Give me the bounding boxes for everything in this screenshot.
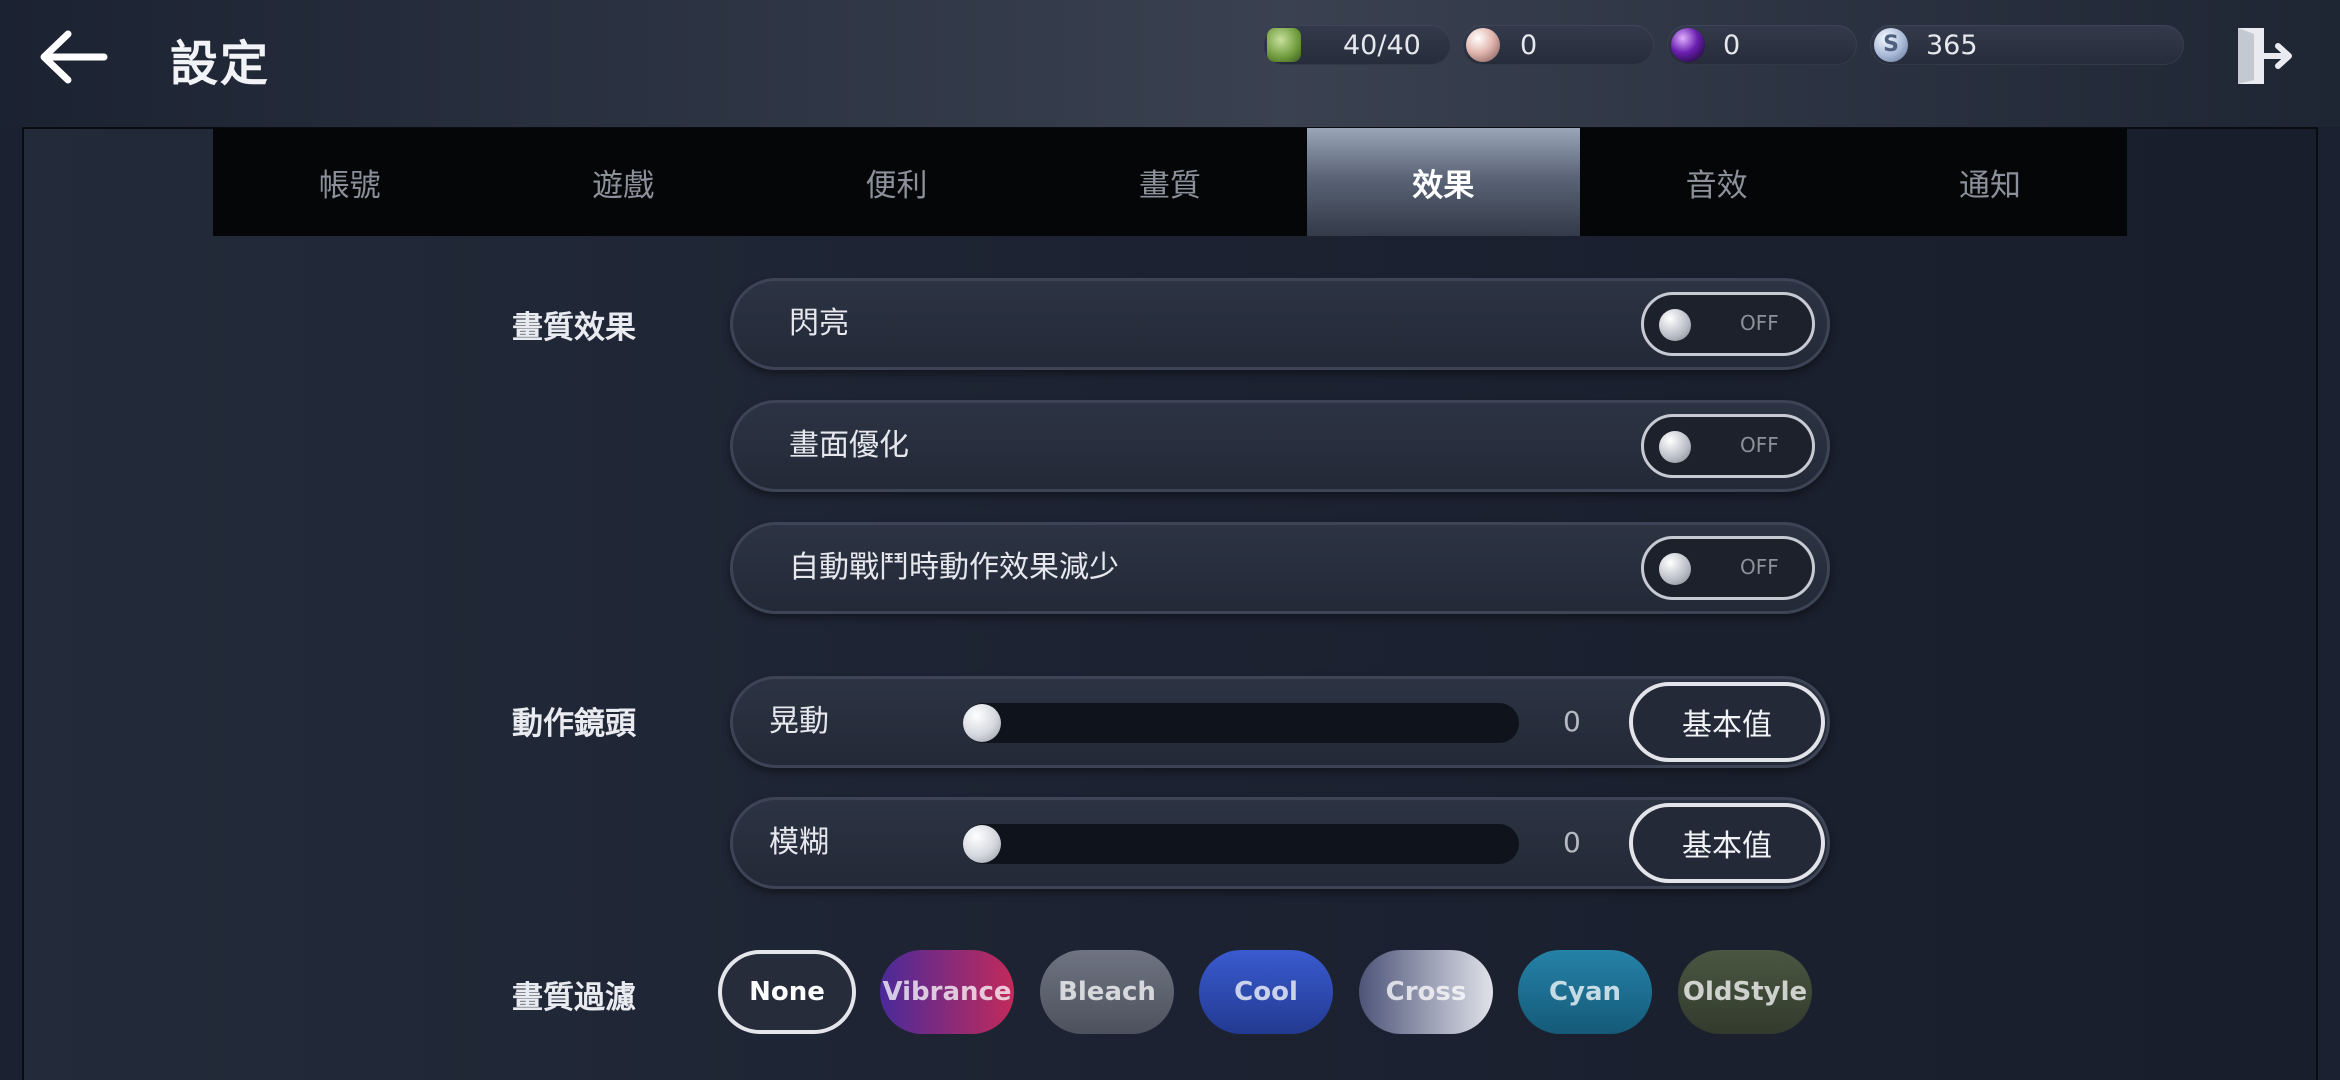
tab-account[interactable]: 帳號 <box>213 128 486 236</box>
tab-sound[interactable]: 音效 <box>1580 128 1853 236</box>
auto-battle-reduce-toggle[interactable]: OFF <box>1641 536 1815 600</box>
purple-orb-icon <box>1671 28 1705 62</box>
camera-section-label: 動作鏡頭 <box>512 706 636 742</box>
visual-effects-section-label: 畫質效果 <box>512 310 636 346</box>
pearl-icon <box>1466 28 1500 62</box>
shake-reset-button[interactable]: 基本值 <box>1629 682 1825 762</box>
coin-value: 365 <box>1926 30 1978 61</box>
toggle-knob <box>1659 431 1691 463</box>
filter-none-button[interactable]: None <box>718 950 856 1034</box>
blur-slider-track[interactable] <box>963 824 1519 864</box>
orb-value: 0 <box>1723 30 1741 61</box>
tab-game[interactable]: 遊戲 <box>486 128 759 236</box>
filter-cyan-button[interactable]: Cyan <box>1518 950 1652 1034</box>
toggle-row-shine: 閃亮 OFF <box>730 278 1830 370</box>
exit-door-icon[interactable] <box>2232 22 2296 90</box>
toggle-row-label: 自動戰鬥時動作效果減少 <box>789 550 1119 585</box>
slider-row-shake: 晃動 0 基本值 <box>730 676 1830 768</box>
shine-toggle[interactable]: OFF <box>1641 292 1815 356</box>
slider-row-label: 模糊 <box>769 825 829 860</box>
slider-row-label: 晃動 <box>769 704 829 739</box>
toggle-state: OFF <box>1740 433 1779 457</box>
filter-section-label: 畫質過濾 <box>512 980 636 1016</box>
stamina-value: 40/40 <box>1343 30 1421 61</box>
coin-counter[interactable]: S 365 <box>1870 25 2184 65</box>
filter-cool-button[interactable]: Cool <box>1199 950 1333 1034</box>
screen-optimize-toggle[interactable]: OFF <box>1641 414 1815 478</box>
toggle-row-auto-battle-reduce: 自動戰鬥時動作效果減少 OFF <box>730 522 1830 614</box>
stamina-icon <box>1267 28 1301 62</box>
shake-slider-handle[interactable] <box>963 704 1001 742</box>
toggle-knob <box>1659 553 1691 585</box>
toggle-row-screen-optimize: 畫面優化 OFF <box>730 400 1830 492</box>
filter-oldstyle-button[interactable]: OldStyle <box>1678 950 1812 1034</box>
toggle-state: OFF <box>1740 555 1779 579</box>
stamina-counter[interactable]: 40/40 <box>1263 25 1451 65</box>
back-arrow-icon[interactable] <box>34 22 114 92</box>
pearl-value: 0 <box>1520 30 1538 61</box>
blur-reset-button[interactable]: 基本值 <box>1629 803 1825 883</box>
blur-value: 0 <box>1563 826 1581 859</box>
filter-cross-button[interactable]: Cross <box>1359 950 1493 1034</box>
toggle-row-label: 畫面優化 <box>789 428 909 463</box>
filter-bleach-button[interactable]: Bleach <box>1040 950 1174 1034</box>
toggle-knob <box>1659 309 1691 341</box>
orb-counter[interactable]: 0 <box>1667 25 1857 65</box>
shake-slider-track[interactable] <box>963 703 1519 743</box>
toggle-row-label: 閃亮 <box>789 306 849 341</box>
silver-coin-icon: S <box>1874 28 1908 62</box>
blur-slider-handle[interactable] <box>963 825 1001 863</box>
tab-bar: 帳號 遊戲 便利 畫質 效果 音效 通知 <box>213 128 2127 236</box>
tab-graphics[interactable]: 畫質 <box>1033 128 1306 236</box>
toggle-state: OFF <box>1740 311 1779 335</box>
tab-effects[interactable]: 效果 <box>1306 128 1580 236</box>
slider-row-blur: 模糊 0 基本值 <box>730 797 1830 889</box>
tab-notifications[interactable]: 通知 <box>1853 128 2126 236</box>
tab-convenience[interactable]: 便利 <box>760 128 1033 236</box>
page-title: 設定 <box>170 36 271 92</box>
filter-vibrance-button[interactable]: Vibrance <box>880 950 1014 1034</box>
shake-value: 0 <box>1563 705 1581 738</box>
pearl-counter[interactable]: 0 <box>1462 25 1654 65</box>
